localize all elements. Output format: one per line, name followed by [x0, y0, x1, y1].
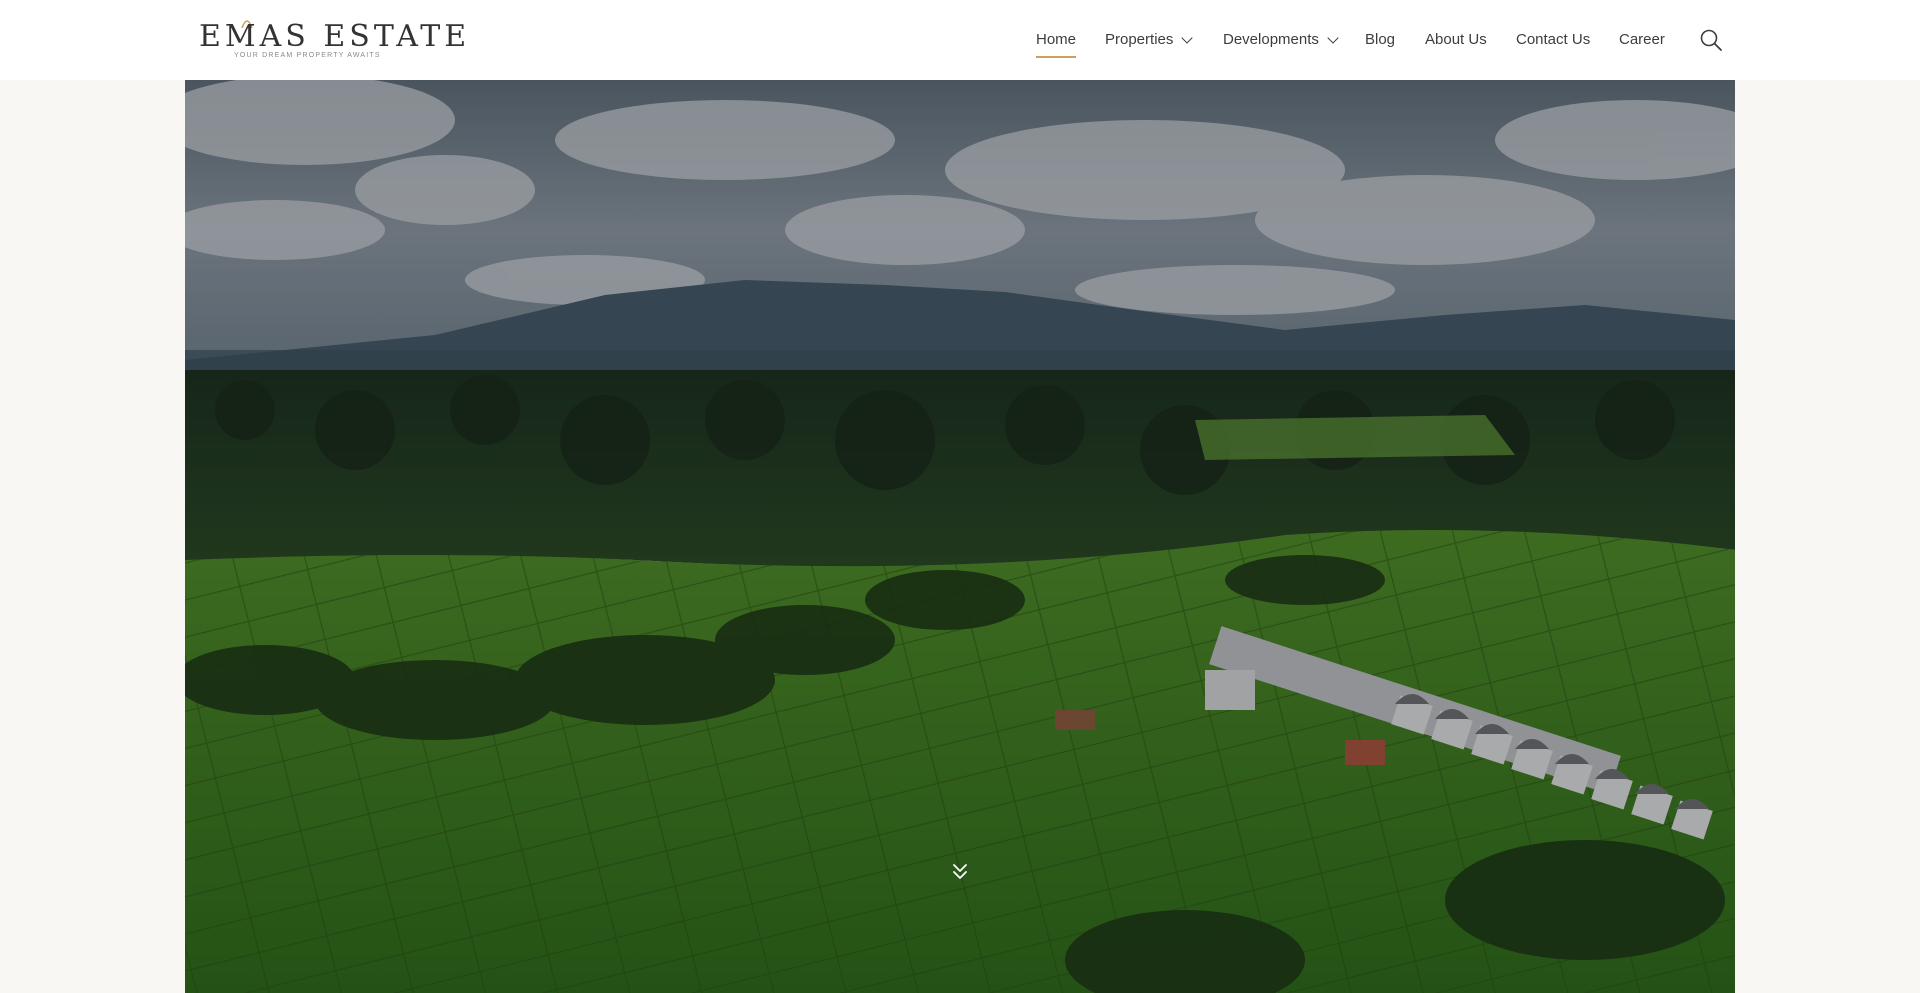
nav-item-label: Blog: [1365, 31, 1396, 48]
nav-item-label: Career: [1619, 31, 1665, 48]
main-nav: Home Properties Developments Blog About …: [0, 0, 1920, 80]
nav-item-home[interactable]: Home: [1036, 29, 1077, 58]
nav-item-label: Home: [1036, 31, 1077, 48]
double-chevron-down-icon[interactable]: [948, 860, 972, 884]
nav-item-career[interactable]: Career: [1619, 29, 1665, 51]
hero-image: [185, 80, 1735, 993]
nav-item-about-us[interactable]: About Us: [1425, 29, 1487, 51]
hero-banner: [185, 80, 1735, 993]
chevron-down-icon: [1181, 32, 1194, 44]
nav-item-contact-us[interactable]: Contact Us: [1516, 29, 1590, 51]
nav-item-properties[interactable]: Properties: [1105, 29, 1194, 51]
search-icon[interactable]: [1699, 28, 1723, 52]
active-underline: [1036, 56, 1077, 58]
nav-item-developments[interactable]: Developments: [1223, 29, 1339, 51]
site-header: EMAS ESTATE YOUR DREAM PROPERTY AWAITS H…: [0, 0, 1920, 80]
nav-item-label: Contact Us: [1516, 31, 1591, 48]
page: EMAS ESTATE YOUR DREAM PROPERTY AWAITS H…: [0, 0, 1920, 993]
nav-item-label: Developments: [1223, 31, 1319, 48]
chevron-down-icon: [1327, 32, 1339, 44]
nav-item-label: Properties: [1105, 31, 1174, 48]
nav-item-blog[interactable]: Blog: [1365, 29, 1395, 51]
nav-item-label: About Us: [1425, 31, 1487, 48]
